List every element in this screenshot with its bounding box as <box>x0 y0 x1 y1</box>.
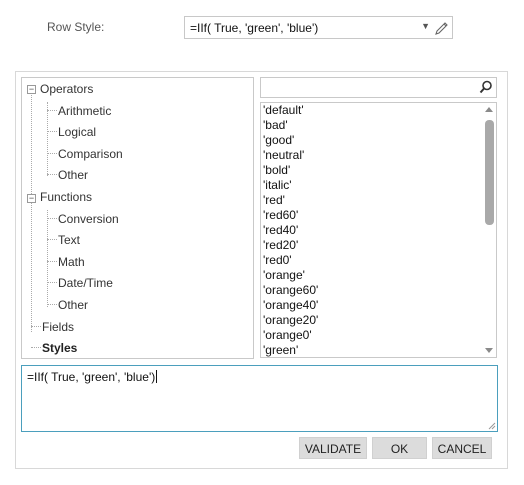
ok-button[interactable]: OK <box>372 437 427 459</box>
list-item[interactable]: 'default' <box>263 103 318 118</box>
tree-item-text[interactable]: Text <box>58 231 80 249</box>
scroll-thumb[interactable] <box>485 120 494 225</box>
styles-list-items: 'default''bad''good''neutral''bold''ital… <box>263 103 318 357</box>
row-style-value: =IIf( True, 'green', 'blue') <box>190 21 319 35</box>
search-input[interactable] <box>261 78 471 97</box>
tree-item-functions-other[interactable]: Other <box>58 296 88 314</box>
tree-item-operators-other[interactable]: Other <box>58 166 88 184</box>
tree-item-arithmetic[interactable]: Arithmetic <box>58 102 111 120</box>
tree-item-conversion[interactable]: Conversion <box>58 210 119 228</box>
collapse-functions-icon[interactable]: − <box>27 194 36 203</box>
list-item[interactable]: 'red' <box>263 193 318 208</box>
chevron-down-icon[interactable]: ▼ <box>421 21 430 31</box>
list-item[interactable]: 'red60' <box>263 208 318 223</box>
styles-list-scrollbar[interactable] <box>482 103 496 357</box>
list-item[interactable]: 'bad' <box>263 118 318 133</box>
collapse-operators-icon[interactable]: − <box>27 85 36 94</box>
category-tree: − Operators Arithmetic Logical Compariso… <box>21 77 254 359</box>
list-item[interactable]: 'italic' <box>263 178 318 193</box>
tree-item-operators[interactable]: Operators <box>40 80 93 98</box>
styles-list[interactable]: 'default''bad''good''neutral''bold''ital… <box>260 102 497 358</box>
tree-item-functions[interactable]: Functions <box>40 188 92 206</box>
tree-item-comparison[interactable]: Comparison <box>58 145 123 163</box>
formula-editor[interactable]: =IIf( True, 'green', 'blue') <box>21 365 498 432</box>
tree-item-styles[interactable]: Styles <box>42 339 77 357</box>
scroll-down-icon[interactable] <box>485 348 493 353</box>
row-style-combo[interactable]: =IIf( True, 'green', 'blue') ▼ <box>184 16 453 39</box>
tree-item-math[interactable]: Math <box>58 253 85 271</box>
expression-editor-panel: − Operators Arithmetic Logical Compariso… <box>15 71 508 469</box>
list-item[interactable]: 'orange' <box>263 268 318 283</box>
list-item[interactable]: 'red0' <box>263 253 318 268</box>
tree-item-datetime[interactable]: Date/Time <box>58 274 113 292</box>
tree-item-logical[interactable]: Logical <box>58 123 96 141</box>
formula-text: =IIf( True, 'green', 'blue') <box>27 370 158 384</box>
validate-button[interactable]: VALIDATE <box>299 437 367 459</box>
list-item[interactable]: 'red20' <box>263 238 318 253</box>
pencil-icon[interactable] <box>434 19 448 35</box>
row-style-label: Row Style: <box>47 20 105 34</box>
search-icon[interactable] <box>479 80 493 94</box>
list-item[interactable]: 'orange20' <box>263 313 318 328</box>
resize-grip-icon[interactable] <box>488 422 496 430</box>
list-item[interactable]: 'green' <box>263 343 318 357</box>
list-item[interactable]: 'orange40' <box>263 298 318 313</box>
search-field[interactable] <box>260 77 497 98</box>
tree-item-fields[interactable]: Fields <box>42 318 74 336</box>
list-item[interactable]: 'good' <box>263 133 318 148</box>
list-item[interactable]: 'bold' <box>263 163 318 178</box>
list-item[interactable]: 'orange0' <box>263 328 318 343</box>
list-item[interactable]: 'orange60' <box>263 283 318 298</box>
list-item[interactable]: 'red40' <box>263 223 318 238</box>
list-item[interactable]: 'neutral' <box>263 148 318 163</box>
scroll-up-icon[interactable] <box>485 107 493 112</box>
cancel-button[interactable]: CANCEL <box>432 437 492 459</box>
